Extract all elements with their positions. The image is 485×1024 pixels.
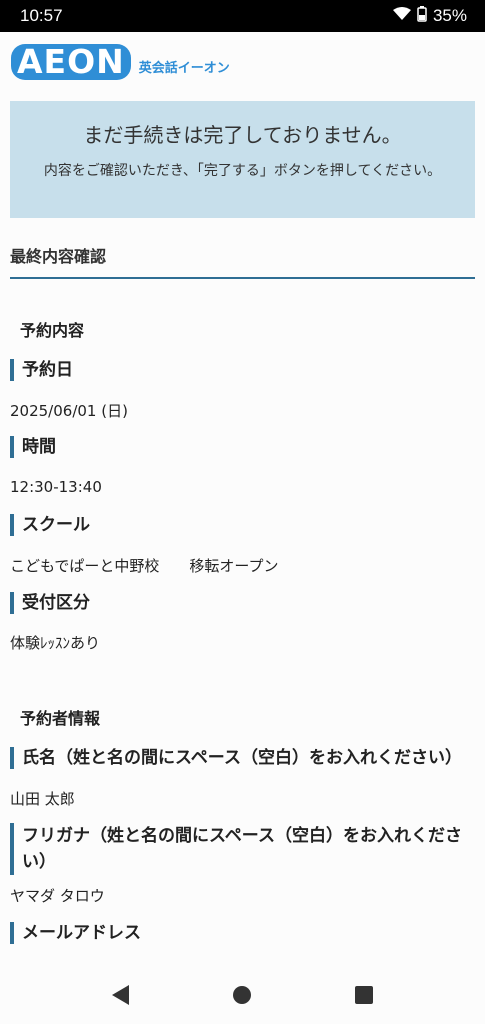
- date-value: 2025/06/01 (日): [10, 402, 128, 420]
- reservation-heading: 予約内容: [20, 321, 85, 340]
- recents-icon: [355, 985, 374, 1004]
- status-time: 10:57: [20, 6, 63, 25]
- reception-type-label: 受付区分: [10, 592, 90, 614]
- header: AEON 英会話イーオン: [0, 32, 485, 98]
- aeon-logo[interactable]: AEON 英会話イーオン: [11, 44, 230, 80]
- logo-subtitle: 英会話イーオン: [138, 61, 230, 76]
- school-value: こどもでぱーと中野校 移転オープン: [10, 557, 279, 575]
- recents-button[interactable]: [344, 975, 384, 1015]
- back-button[interactable]: [101, 975, 141, 1015]
- status-bar: 10:57 35%: [0, 0, 485, 32]
- school-label: スクール: [10, 514, 90, 536]
- final-confirmation-title: 最終内容確認: [10, 243, 475, 279]
- reception-type-value: 体験ﾚｯｽﾝあり: [10, 634, 101, 652]
- back-icon: [111, 984, 129, 1005]
- email-label: メールアドレス: [10, 922, 141, 944]
- notice-title: まだ手続きは完了しておりません。: [83, 123, 402, 147]
- incomplete-notice: まだ手続きは完了しておりません。 内容をご確認いただき、「完了する」ボタンを押し…: [10, 101, 475, 218]
- name-value: 山田 太郎: [10, 790, 75, 808]
- logo-text: AEON: [11, 44, 131, 80]
- time-value: 12:30-13:40: [10, 478, 102, 496]
- android-nav-bar: [0, 965, 485, 1024]
- status-icons: 35%: [392, 5, 467, 27]
- reserver-heading: 予約者情報: [20, 709, 101, 728]
- home-button[interactable]: [222, 975, 262, 1015]
- time-label: 時間: [10, 436, 56, 458]
- wifi-icon: [392, 6, 411, 26]
- kana-value: ヤマダ タロウ: [10, 887, 105, 905]
- battery-percent: 35%: [432, 6, 467, 25]
- name-label: 氏名（姓と名の間にスペース（空白）をお入れください）: [10, 747, 477, 769]
- kana-label: フリガナ（姓と名の間にスペース（空白）をお入れください）: [10, 823, 468, 875]
- home-icon: [233, 985, 252, 1004]
- date-label: 予約日: [10, 359, 73, 381]
- notice-body: 内容をご確認いただき、「完了する」ボタンを押してください。: [43, 163, 442, 179]
- battery-icon: [417, 5, 427, 27]
